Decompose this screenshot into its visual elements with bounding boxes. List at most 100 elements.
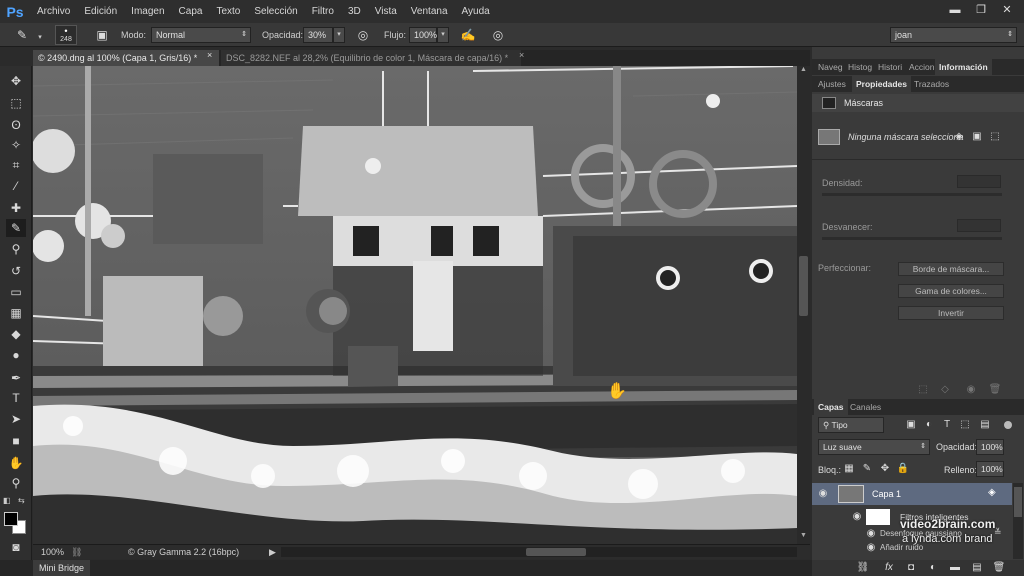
add-mask-icon[interactable]: ◘ [904, 561, 918, 575]
mode-select[interactable]: Normal ⇕ [151, 27, 251, 43]
tab-acciones[interactable]: Accion [905, 59, 939, 75]
layers-scroll-thumb[interactable] [1014, 487, 1022, 517]
filter-type-icon[interactable]: T [940, 418, 954, 432]
fill-input[interactable]: 100% [976, 461, 1004, 477]
tab-trazados[interactable]: Trazados [910, 76, 953, 92]
foreground-color-swatch[interactable] [4, 512, 18, 526]
menu-filtro[interactable]: Filtro [305, 6, 341, 17]
layer-opacity-input[interactable]: 100% [976, 439, 1004, 455]
scroll-down-icon[interactable]: ▼ [798, 532, 809, 542]
lock-transparency-icon[interactable]: ▦ [842, 462, 856, 476]
horizontal-scrollbar[interactable] [281, 547, 797, 557]
healing-brush-tool-icon[interactable]: ✚ [6, 199, 26, 217]
tab-navegador[interactable]: Naveg [814, 59, 847, 75]
type-tool-icon[interactable]: T [6, 389, 26, 407]
zoom-link-icon[interactable]: ⛓ [71, 547, 82, 558]
filter-shape-icon[interactable]: ⬚ [958, 418, 972, 432]
new-layer-icon[interactable]: ▤ [970, 561, 984, 575]
menu-ventana[interactable]: Ventana [404, 6, 455, 17]
lock-position-icon[interactable]: ✥ [878, 462, 892, 476]
flow-input[interactable]: 100% [409, 27, 437, 43]
density-input[interactable] [957, 175, 1001, 188]
close-icon[interactable]: × [519, 50, 524, 60]
filter-adjustment-icon[interactable]: ◐ [922, 418, 936, 432]
move-tool-icon[interactable]: ✥ [6, 72, 26, 90]
close-icon[interactable]: × [207, 50, 212, 60]
menu-archivo[interactable]: Archivo [30, 6, 77, 17]
mini-bridge-tab[interactable]: Mini Bridge [33, 560, 91, 576]
shape-tool-icon[interactable]: ■ [6, 432, 26, 450]
adjustment-layer-icon[interactable]: ◐ [926, 561, 940, 575]
marquee-tool-icon[interactable]: ⬚ [6, 94, 26, 112]
tab-historia[interactable]: Histori [874, 59, 906, 75]
lasso-tool-icon[interactable]: ʘ [6, 116, 26, 134]
scroll-up-icon[interactable]: ▲ [798, 66, 809, 76]
new-group-icon[interactable]: ▬ [948, 561, 962, 575]
filter-pixel-icon[interactable]: ▣ [904, 418, 918, 432]
eyedropper-tool-icon[interactable]: ⁄ [6, 177, 26, 195]
tab-document-1[interactable]: © 2490.dng al 100% (Capa 1, Gris/16) * [33, 50, 219, 66]
tab-capas[interactable]: Capas [814, 399, 848, 415]
menu-edicion[interactable]: Edición [77, 6, 124, 17]
tab-canales[interactable]: Canales [846, 399, 885, 415]
filter-smart-object-icon[interactable]: ▤ [978, 418, 992, 432]
disable-mask-icon[interactable]: ◉ [964, 383, 978, 397]
horizontal-scroll-thumb[interactable] [526, 548, 586, 556]
zoom-tool-icon[interactable]: ⚲ [6, 474, 26, 492]
invert-button[interactable]: Invertir [898, 306, 1004, 320]
flow-dropdown[interactable]: ▾ [437, 27, 449, 43]
lock-pixels-icon[interactable]: ✎ [860, 462, 874, 476]
menu-texto[interactable]: Texto [209, 6, 247, 17]
menu-capa[interactable]: Capa [172, 6, 210, 17]
pressure-opacity-icon[interactable]: ◎ [355, 27, 371, 43]
menu-vista[interactable]: Vista [368, 6, 404, 17]
hand-tool-icon[interactable]: ✋ [6, 454, 26, 472]
feather-input[interactable] [957, 219, 1001, 232]
eraser-tool-icon[interactable]: ▭ [6, 283, 26, 301]
tool-preset-arrow[interactable]: ▾ [34, 31, 46, 47]
brush-icon[interactable]: ✎ [14, 27, 30, 43]
delete-mask-icon[interactable]: 🗑 [988, 383, 1002, 397]
menu-seleccion[interactable]: Selección [247, 6, 304, 17]
dodge-tool-icon[interactable]: ● [6, 346, 26, 364]
opacity-input[interactable]: 30% [303, 27, 333, 43]
tab-ajustes[interactable]: Ajustes [814, 76, 850, 92]
eye-icon[interactable]: ◉ [816, 487, 830, 501]
layer-row-capa-1[interactable]: ◉ Capa 1 ◈ [812, 483, 1012, 505]
gradient-tool-icon[interactable]: ▦ [6, 304, 26, 322]
vertical-scroll-thumb[interactable] [799, 256, 808, 316]
vertical-scrollbar[interactable]: ▲ ▼ [797, 66, 810, 544]
add-vector-mask-icon[interactable]: ⬚ [988, 130, 1002, 144]
add-pixel-mask-icon[interactable]: ▣ [970, 130, 984, 144]
pen-tool-icon[interactable]: ✒ [6, 369, 26, 387]
quick-select-tool-icon[interactable]: ✧ [6, 136, 26, 154]
load-selection-icon[interactable]: ⬚ [916, 383, 930, 397]
filter-toggle[interactable] [1004, 421, 1012, 429]
tab-propiedades[interactable]: Propiedades [852, 76, 912, 92]
document-canvas[interactable]: ✋ [33, 66, 797, 544]
path-selection-tool-icon[interactable]: ➤ [6, 410, 26, 428]
eye-icon[interactable]: ◉ [864, 527, 878, 541]
tab-informacion[interactable]: Información [935, 59, 992, 75]
default-colors-icon[interactable]: ◧ [3, 496, 11, 505]
blend-mode-select[interactable]: Luz suave ⇕ [818, 439, 930, 455]
zoom-level[interactable]: 100% [41, 547, 64, 557]
layer-style-icon[interactable]: fx [882, 561, 896, 575]
swap-colors-icon[interactable]: ⇆ [18, 496, 25, 505]
density-slider[interactable] [822, 193, 1002, 196]
tab-document-2[interactable]: DSC_8282.NEF al 28,2% (Equilibrio de col… [221, 50, 521, 66]
delete-layer-icon[interactable]: 🗑 [992, 561, 1006, 575]
minimize-button[interactable]: ▬ [944, 2, 966, 18]
pressure-size-icon[interactable]: ◎ [490, 27, 506, 43]
quick-mask-icon[interactable]: ◙ [6, 538, 26, 556]
feather-slider[interactable] [822, 237, 1002, 240]
clone-stamp-tool-icon[interactable]: ⚲ [6, 240, 26, 258]
brush-tool-icon[interactable]: ✎ [6, 219, 26, 237]
crop-tool-icon[interactable]: ⌗ [6, 156, 26, 174]
status-menu-arrow[interactable]: ▶ [269, 547, 276, 558]
select-pixel-mask-icon[interactable]: ◈ [952, 130, 966, 144]
layers-scrollbar[interactable] [1013, 483, 1023, 559]
blur-tool-icon[interactable]: ◆ [6, 325, 26, 343]
menu-imagen[interactable]: Imagen [124, 6, 171, 17]
airbrush-icon[interactable]: ✍ [460, 27, 476, 43]
